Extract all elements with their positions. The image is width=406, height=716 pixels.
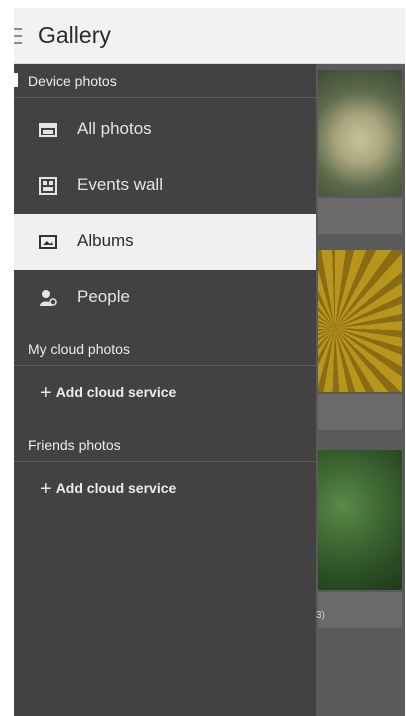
section-header-label: Friends photos bbox=[28, 437, 121, 453]
nav-item-label: People bbox=[77, 287, 130, 306]
nav-item-albums[interactable]: Albums bbox=[14, 214, 316, 270]
nav-item-label: All photos bbox=[77, 119, 152, 138]
section-header-label: Device photos bbox=[28, 73, 117, 89]
plus-icon: + bbox=[40, 478, 52, 500]
album-caption bbox=[318, 394, 402, 430]
add-cloud-service-label: Add cloud service bbox=[55, 480, 177, 496]
nav-item-events-wall[interactable]: Events wall bbox=[14, 158, 316, 214]
gallery-background bbox=[314, 64, 405, 716]
section-marker bbox=[14, 73, 18, 87]
album-thumbnail[interactable] bbox=[318, 250, 402, 392]
album-caption-text: 3) bbox=[316, 610, 325, 621]
album-icon bbox=[39, 235, 57, 249]
section-header-device-photos: Device photos bbox=[14, 64, 316, 98]
person-icon bbox=[40, 290, 57, 306]
app-title: Gallery bbox=[38, 22, 111, 48]
section-header-label: My cloud photos bbox=[28, 341, 130, 357]
navigation-drawer: Device photos All photos Events wall Alb… bbox=[14, 64, 316, 716]
section-header-my-cloud-photos: My cloud photos bbox=[14, 332, 316, 366]
album-caption bbox=[318, 198, 402, 234]
add-cloud-service-button[interactable]: + Add cloud service bbox=[40, 382, 176, 404]
plus-icon: + bbox=[40, 382, 52, 404]
events-wall-icon bbox=[39, 177, 57, 195]
nav-item-people[interactable]: People bbox=[14, 270, 316, 326]
album-thumbnail[interactable] bbox=[318, 450, 402, 590]
album-caption bbox=[318, 592, 402, 628]
section-header-friends-photos: Friends photos bbox=[14, 428, 316, 462]
photo-icon bbox=[39, 123, 57, 137]
nav-item-label: Albums bbox=[77, 231, 134, 250]
add-cloud-service-label: Add cloud service bbox=[55, 384, 177, 400]
menu-icon[interactable] bbox=[14, 28, 22, 44]
album-thumbnail[interactable] bbox=[318, 70, 402, 196]
title-bar: Gallery bbox=[14, 8, 405, 64]
add-friends-cloud-service-button[interactable]: + Add cloud service bbox=[40, 478, 176, 500]
nav-item-all-photos[interactable]: All photos bbox=[14, 102, 316, 158]
app-screen: Gallery 3) Device photos All photos Even… bbox=[14, 8, 405, 716]
nav-item-label: Events wall bbox=[77, 175, 163, 194]
